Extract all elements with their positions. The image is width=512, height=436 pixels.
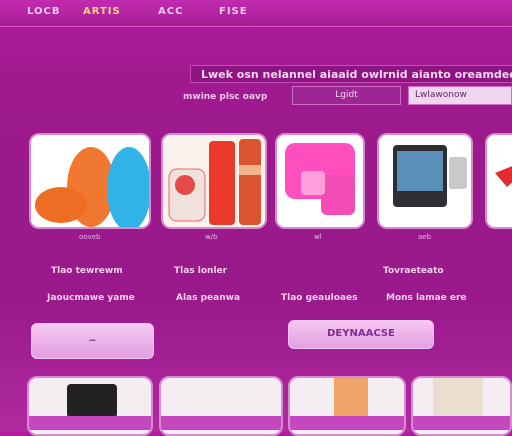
- nav-item-3[interactable]: ACC: [158, 6, 183, 17]
- filter-select-1[interactable]: Lgidt: [292, 86, 401, 105]
- card-strip: [161, 416, 281, 430]
- product-card-3[interactable]: [275, 133, 365, 229]
- feature-col-2-subtitle: Alas peanwa: [176, 293, 241, 303]
- bottom-product-card-3[interactable]: [288, 376, 406, 436]
- product-carousel: ooveb w/b wl aeb: [27, 129, 512, 241]
- top-nav-bar: LOCB ARTIS ACC FISE: [0, 0, 512, 27]
- feature-col-2-title: Tlas lonler: [174, 266, 228, 276]
- filter-label: mwine plsc oavp: [183, 92, 268, 102]
- product-card-5[interactable]: [485, 133, 512, 229]
- partial-product-icon: [487, 135, 512, 227]
- page-headline: Lwek osn nelannel aiaaid owlrnid aianto …: [190, 65, 512, 83]
- pink-case-icon: [277, 135, 363, 227]
- product-caption-4: aeb: [418, 233, 432, 241]
- orange-cups-icon: [31, 135, 149, 227]
- feature-col-3-subtitle: Tlao geauloaes: [281, 293, 358, 303]
- device-icon: [379, 135, 471, 227]
- feature-col-1-title: Tlao tewrewm: [51, 266, 123, 276]
- product-card-1[interactable]: [29, 133, 151, 229]
- bottom-product-card-1[interactable]: [27, 376, 153, 436]
- product-caption-3: wl: [314, 233, 322, 241]
- nav-item-4[interactable]: FISE: [219, 6, 248, 17]
- card-strip: [29, 416, 151, 430]
- feature-col-1-subtitle: Jaoucmawe yame: [47, 293, 135, 303]
- nav-item-1[interactable]: LOCB: [27, 6, 60, 17]
- product-image: [433, 378, 483, 418]
- product-image: [334, 378, 368, 418]
- phone-image: [67, 384, 117, 418]
- filter-select-2[interactable]: Lwlawonow: [408, 86, 512, 105]
- product-caption-2: w/b: [205, 233, 218, 241]
- feature-col-4-subtitle: Mons lamae ere: [386, 293, 467, 303]
- product-card-4[interactable]: [377, 133, 473, 229]
- right-action-button[interactable]: DEYNAACSE: [288, 320, 434, 349]
- nav-item-2[interactable]: ARTIS: [83, 6, 121, 17]
- left-action-button[interactable]: ~: [31, 323, 154, 359]
- product-card-2[interactable]: [161, 133, 267, 229]
- card-strip: [413, 416, 510, 430]
- product-caption-1: ooveb: [79, 233, 101, 241]
- bottom-product-card-4[interactable]: [411, 376, 512, 436]
- bottles-icon: [163, 135, 265, 227]
- card-strip: [290, 416, 404, 430]
- bottom-product-card-2[interactable]: [159, 376, 283, 436]
- feature-col-4-title: Tovraeteato: [383, 266, 444, 276]
